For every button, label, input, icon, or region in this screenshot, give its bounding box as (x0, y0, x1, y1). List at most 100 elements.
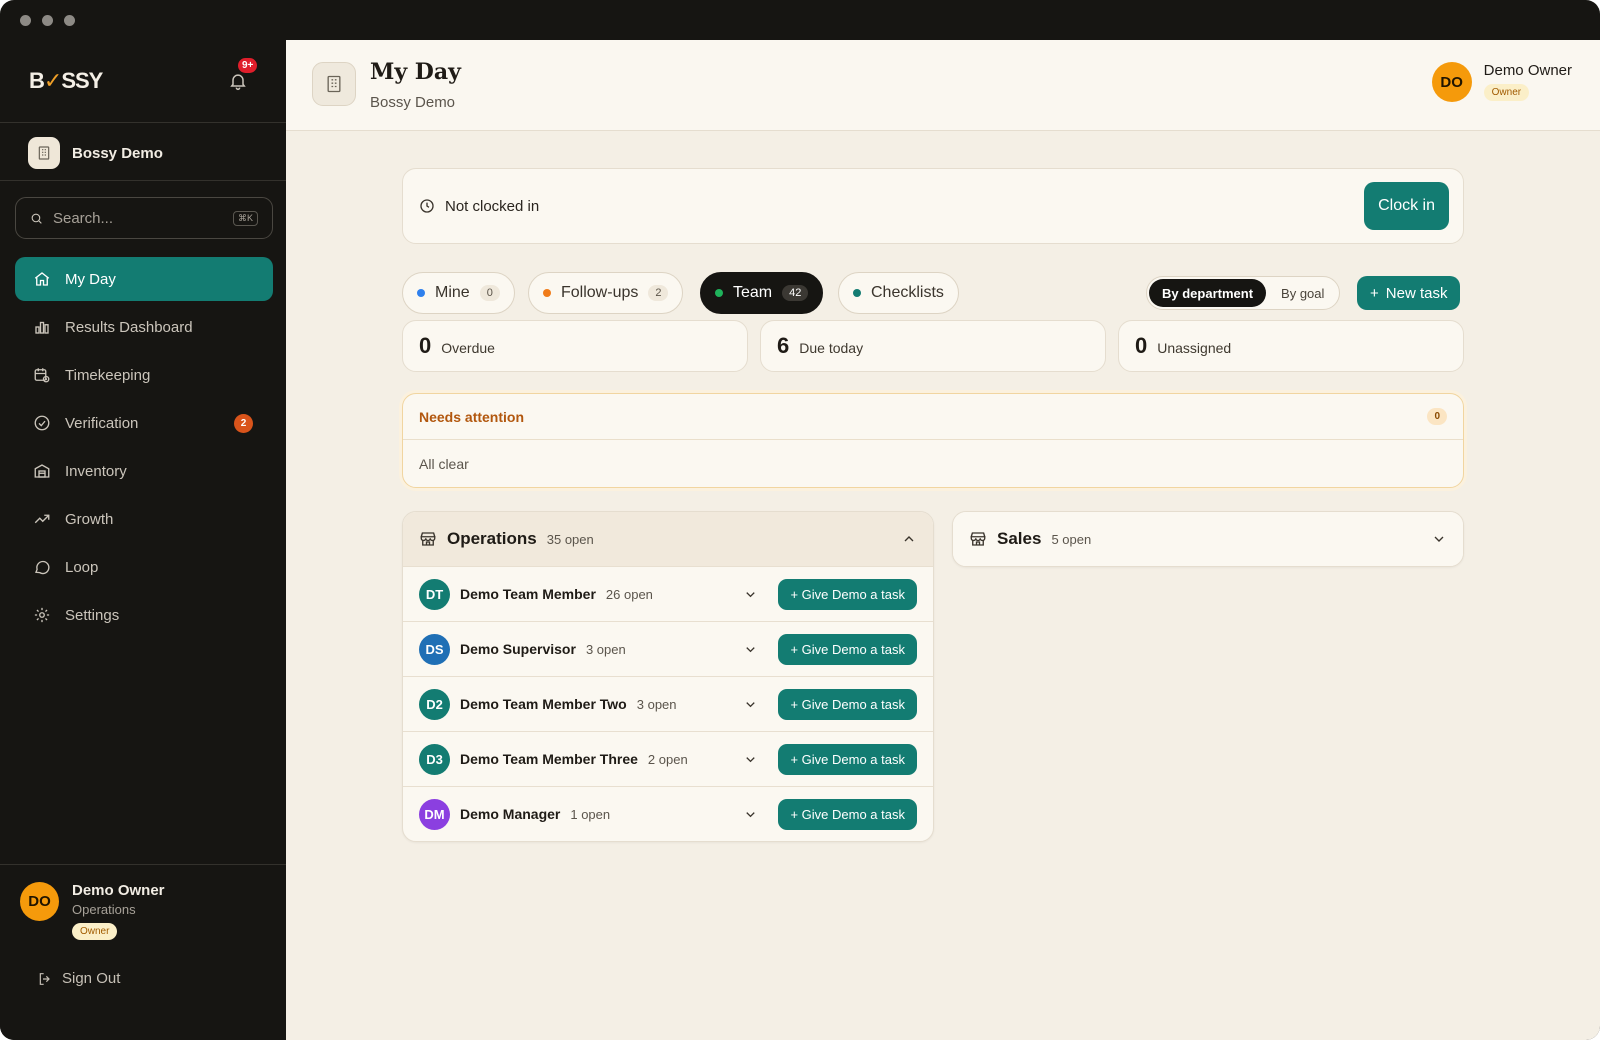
member-row[interactable]: D2 Demo Team Member Two 3 open + Give De… (403, 676, 933, 731)
search-shortcut: ⌘K (232, 210, 258, 226)
avatar: DT (419, 578, 450, 610)
calendar-clock-icon (34, 368, 50, 383)
verification-badge: 2 (234, 413, 253, 433)
chevron-down-icon[interactable] (743, 697, 758, 712)
minimize-window-dot[interactable] (42, 15, 53, 26)
close-window-dot[interactable] (20, 15, 31, 26)
member-row[interactable]: D3 Demo Team Member Three 2 open + Give … (403, 731, 933, 786)
tab-label: Mine (435, 284, 470, 301)
department-name: Sales (997, 529, 1042, 548)
tab-label: Follow-ups (561, 284, 639, 301)
member-name: Demo Manager (460, 806, 561, 822)
stat-overdue[interactable]: 0 Overdue (402, 320, 748, 372)
sidebar-item-timekeeping[interactable]: Timekeeping (15, 353, 273, 397)
plus-icon: + (1370, 284, 1379, 302)
home-icon (34, 272, 50, 286)
chevron-down-icon[interactable] (743, 587, 758, 602)
zoom-window-dot[interactable] (64, 15, 75, 26)
sidebar-item-label: Verification (65, 414, 139, 432)
department-name: Operations (447, 529, 537, 548)
sidebar-item-loop[interactable]: Loop (15, 545, 273, 589)
chevron-down-icon[interactable] (1431, 531, 1447, 547)
sign-out-button[interactable]: Sign Out (37, 970, 120, 987)
stat-label: Overdue (441, 340, 495, 356)
avatar: DS (419, 633, 450, 665)
member-name: Demo Team Member (460, 586, 596, 602)
sidebar-nav: My Day Results Dashboard Timekeeping Ver… (15, 257, 273, 641)
member-open-count: 3 open (636, 696, 677, 712)
tab-follow-ups[interactable]: Follow-ups 2 (528, 272, 684, 314)
clock-in-button[interactable]: Clock in (1364, 182, 1449, 230)
brand-logo[interactable]: B✓SSY (29, 68, 103, 94)
department-open-count: 35 open (546, 531, 594, 547)
sidebar-item-label: My Day (65, 270, 116, 288)
department-header[interactable]: Sales 5 open (953, 512, 1463, 566)
trend-up-icon (34, 514, 50, 524)
bell-icon[interactable] (228, 71, 248, 91)
give-task-button[interactable]: + Give Demo a task (778, 633, 917, 665)
chevron-down-icon[interactable] (743, 642, 758, 657)
dot-icon (543, 289, 551, 297)
dot-icon (417, 289, 425, 297)
by-goal-toggle[interactable]: By goal (1268, 279, 1337, 307)
header-user[interactable]: DO Demo Owner Owner (1431, 62, 1572, 102)
chevron-down-icon[interactable] (743, 752, 758, 767)
window-controls (20, 15, 75, 26)
by-department-toggle[interactable]: By department (1149, 279, 1267, 307)
chevron-up-icon[interactable] (901, 531, 917, 547)
department-open-count: 5 open (1051, 531, 1092, 547)
gear-icon (34, 607, 50, 623)
member-name: Demo Team Member Three (460, 751, 638, 767)
stat-value: 0 (419, 333, 432, 358)
give-task-button[interactable]: + Give Demo a task (778, 743, 917, 775)
new-task-label: New task (1385, 284, 1448, 302)
give-task-button[interactable]: + Give Demo a task (778, 798, 917, 830)
give-task-button[interactable]: + Give Demo a task (778, 688, 917, 720)
member-open-count: 3 open (585, 641, 626, 657)
search-icon (31, 213, 42, 224)
sidebar-item-growth[interactable]: Growth (15, 497, 273, 541)
my-day-content: Not clocked in Clock in Mine 0 Follow-up… (402, 168, 1464, 842)
new-task-button[interactable]: + New task (1357, 276, 1461, 310)
tab-mine[interactable]: Mine 0 (402, 272, 515, 314)
give-task-button[interactable]: + Give Demo a task (778, 578, 917, 610)
divider (0, 180, 286, 181)
sidebar-item-my-day[interactable]: My Day (15, 257, 273, 301)
avatar: DO (20, 882, 59, 921)
store-icon (420, 532, 436, 546)
tab-label: Team (733, 284, 773, 301)
stat-unassigned[interactable]: 0 Unassigned (1118, 320, 1464, 372)
member-row[interactable]: DS Demo Supervisor 3 open + Give Demo a … (403, 621, 933, 676)
member-row[interactable]: DT Demo Team Member 26 open + Give Demo … (403, 566, 933, 621)
user-name: Demo Owner (1483, 62, 1572, 79)
tab-team[interactable]: Team 42 (700, 272, 824, 314)
task-stats: 0 Overdue 6 Due today 0 Unassigned (402, 320, 1464, 372)
bar-chart-icon (35, 321, 49, 334)
divider (0, 122, 286, 123)
task-filter-tabs: Mine 0 Follow-ups 2 Team 42 Checklists B… (402, 272, 1464, 314)
logout-icon (39, 972, 50, 985)
chat-bubble-icon (35, 560, 50, 575)
store-icon (970, 532, 986, 546)
search-box[interactable]: ⌘K (15, 197, 273, 239)
member-name: Demo Team Member Two (460, 696, 627, 712)
department-operations: Operations 35 open DT Demo Team Member 2… (402, 511, 934, 842)
sidebar-item-verification[interactable]: Verification 2 (15, 401, 273, 445)
tab-checklists[interactable]: Checklists (838, 272, 959, 314)
org-name: Bossy Demo (72, 144, 163, 162)
user-name: Demo Owner (72, 882, 165, 899)
tab-count: 42 (782, 285, 809, 301)
sidebar-item-settings[interactable]: Settings (15, 593, 273, 637)
sidebar-user[interactable]: DO Demo Owner Operations Owner (20, 882, 165, 940)
chevron-down-icon[interactable] (743, 807, 758, 822)
sidebar-item-label: Growth (65, 510, 114, 528)
member-row[interactable]: DM Demo Manager 1 open + Give Demo a tas… (403, 786, 933, 841)
search-input[interactable] (52, 209, 223, 227)
sidebar-item-results-dashboard[interactable]: Results Dashboard (15, 305, 273, 349)
stat-due-today[interactable]: 6 Due today (760, 320, 1106, 372)
avatar: D3 (419, 743, 450, 775)
department-header[interactable]: Operations 35 open (403, 512, 933, 566)
org-switcher[interactable]: Bossy Demo (28, 137, 163, 169)
sidebar-item-inventory[interactable]: Inventory (15, 449, 273, 493)
member-open-count: 26 open (605, 586, 653, 602)
